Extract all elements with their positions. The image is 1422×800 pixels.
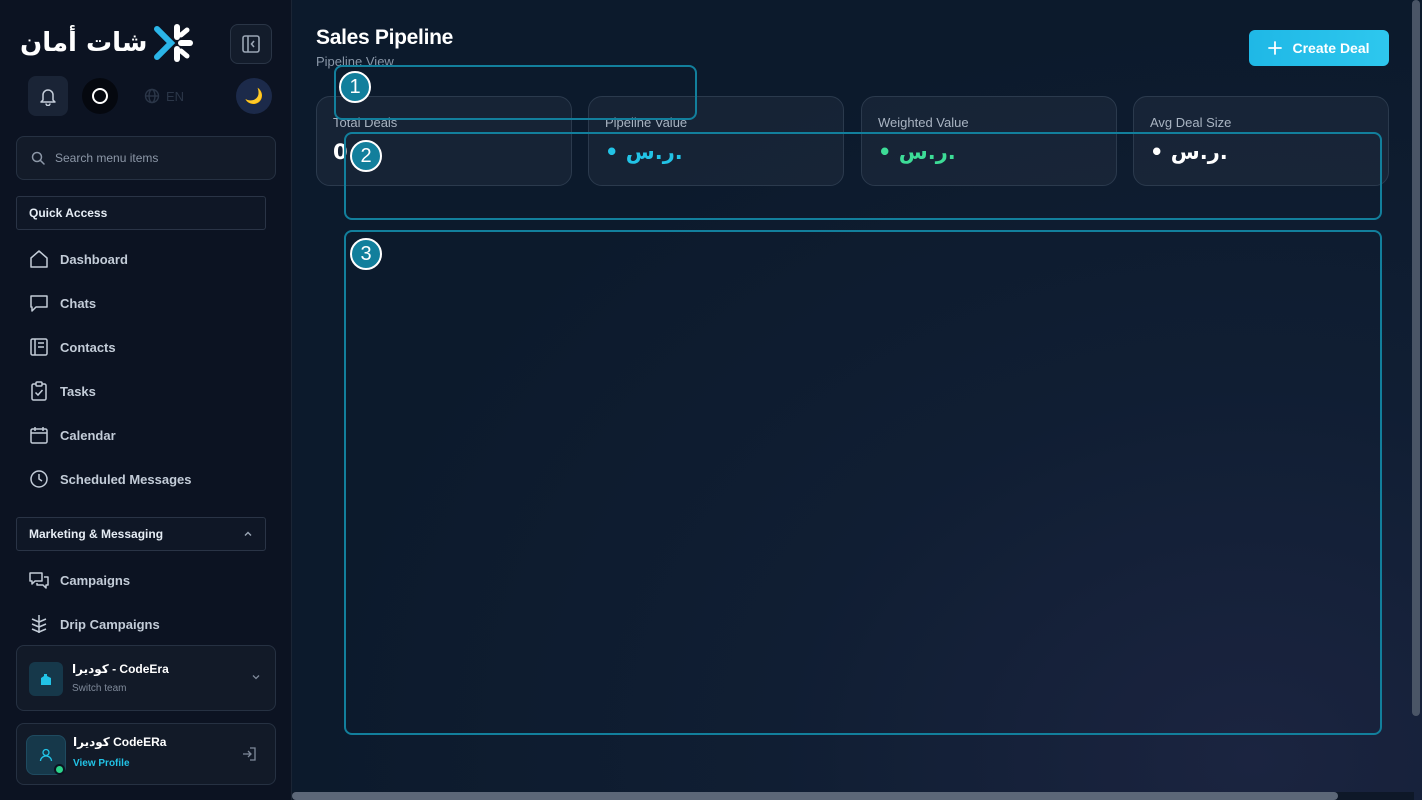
sidebar-item-label: Calendar: [60, 427, 116, 443]
team-avatar: [29, 662, 63, 696]
vertical-scrollbar[interactable]: [1412, 0, 1420, 716]
page-title: Sales Pipeline: [316, 26, 454, 49]
overlay-badge-3: 3: [350, 238, 382, 270]
sidebar-item-label: Dashboard: [60, 251, 128, 267]
main-content: Sales Pipeline Pipeline View Create Deal…: [292, 0, 1422, 800]
horizontal-scrollbar-thumb[interactable]: [292, 792, 1338, 800]
language-switch[interactable]: EN: [144, 84, 184, 108]
campaigns-icon: [29, 572, 49, 589]
language-label: EN: [166, 88, 185, 104]
switch-team-label: Switch team: [72, 683, 127, 694]
sidebar-item-campaigns[interactable]: Campaigns: [28, 568, 130, 592]
marketing-section-header[interactable]: Marketing & Messaging: [16, 517, 266, 551]
overlay-region-3: [344, 230, 1382, 735]
sidebar-item-label: Tasks: [60, 383, 96, 399]
logout-icon[interactable]: [241, 746, 257, 762]
sidebar-item-chats[interactable]: Chats: [28, 291, 96, 315]
chevron-up-icon: [244, 531, 252, 536]
collapse-sidebar-button[interactable]: [230, 24, 272, 64]
sidebar-toolbar: EN 🌙: [28, 76, 274, 116]
home-icon: [30, 250, 48, 268]
team-switcher[interactable]: كوديرا - CodeEra Switch team: [16, 645, 276, 711]
sidebar-item-calendar[interactable]: Calendar: [28, 423, 116, 447]
sidebar-item-label: Drip Campaigns: [60, 616, 160, 632]
sidebar-item-label: Campaigns: [60, 572, 131, 588]
user-icon: [39, 748, 53, 762]
stat-label: Avg Deal Size: [1150, 115, 1232, 130]
status-toggle-button[interactable]: [82, 78, 118, 114]
quick-access-header[interactable]: Quick Access: [16, 196, 266, 230]
globe-icon: [144, 88, 160, 104]
sidebar-collapse-icon: [242, 35, 260, 53]
horizontal-scrollbar-track[interactable]: [292, 792, 1414, 800]
search-input[interactable]: [55, 151, 255, 165]
overlay-region-1: [334, 65, 697, 120]
create-deal-button[interactable]: Create Deal: [1249, 30, 1389, 66]
bell-icon: [40, 89, 56, 106]
marketing-section-title: Marketing & Messaging: [29, 527, 164, 541]
building-icon: [41, 674, 51, 685]
sidebar-item-label: Contacts: [60, 339, 116, 355]
moon-icon: 🌙: [244, 88, 264, 105]
search-icon: [31, 151, 45, 165]
stat-label: Weighted Value: [878, 115, 969, 130]
sidebar-item-drip-campaigns[interactable]: Drip Campaigns: [28, 612, 160, 636]
app-logo[interactable]: شات أمان: [20, 20, 194, 66]
sidebar: شات أمان EN 🌙 Search menu items Quick Ac…: [0, 0, 292, 800]
notifications-button[interactable]: [28, 76, 68, 116]
drip-icon: [31, 615, 47, 633]
chevron-down-icon: [252, 675, 260, 680]
sidebar-item-tasks[interactable]: Tasks: [28, 379, 96, 403]
sidebar-item-scheduled-messages[interactable]: Scheduled Messages: [28, 467, 192, 491]
online-status-indicator: [54, 764, 65, 775]
overlay-badge-2: 2: [350, 140, 382, 172]
sidebar-item-label: Scheduled Messages: [60, 471, 192, 487]
team-name: كوديرا - CodeEra: [72, 662, 169, 676]
profile-name: كوديرا CodeERa: [73, 735, 167, 749]
status-ring-icon: [92, 88, 108, 104]
menu-search[interactable]: [16, 136, 276, 180]
sidebar-item-label: Chats: [60, 295, 97, 311]
logo-mark-icon: [154, 24, 194, 62]
logo-text: شات أمان: [20, 28, 148, 58]
overlay-region-2: [344, 132, 1382, 220]
overlay-badge-1: 1: [339, 71, 371, 103]
theme-toggle-button[interactable]: 🌙: [236, 78, 272, 114]
clipboard-icon: [31, 381, 47, 401]
calendar-icon: [30, 427, 48, 444]
contacts-icon: [30, 338, 48, 356]
sidebar-item-contacts[interactable]: Contacts: [28, 335, 116, 359]
profile-card[interactable]: كوديرا CodeERa View Profile: [16, 723, 276, 785]
create-deal-label: Create Deal: [1292, 40, 1370, 56]
chat-icon: [30, 295, 48, 312]
sidebar-item-dashboard[interactable]: Dashboard: [28, 247, 128, 271]
plus-icon: [1268, 41, 1283, 55]
clock-icon: [30, 470, 48, 488]
quick-access-title: Quick Access: [29, 206, 108, 220]
view-profile-link[interactable]: View Profile: [73, 758, 130, 769]
